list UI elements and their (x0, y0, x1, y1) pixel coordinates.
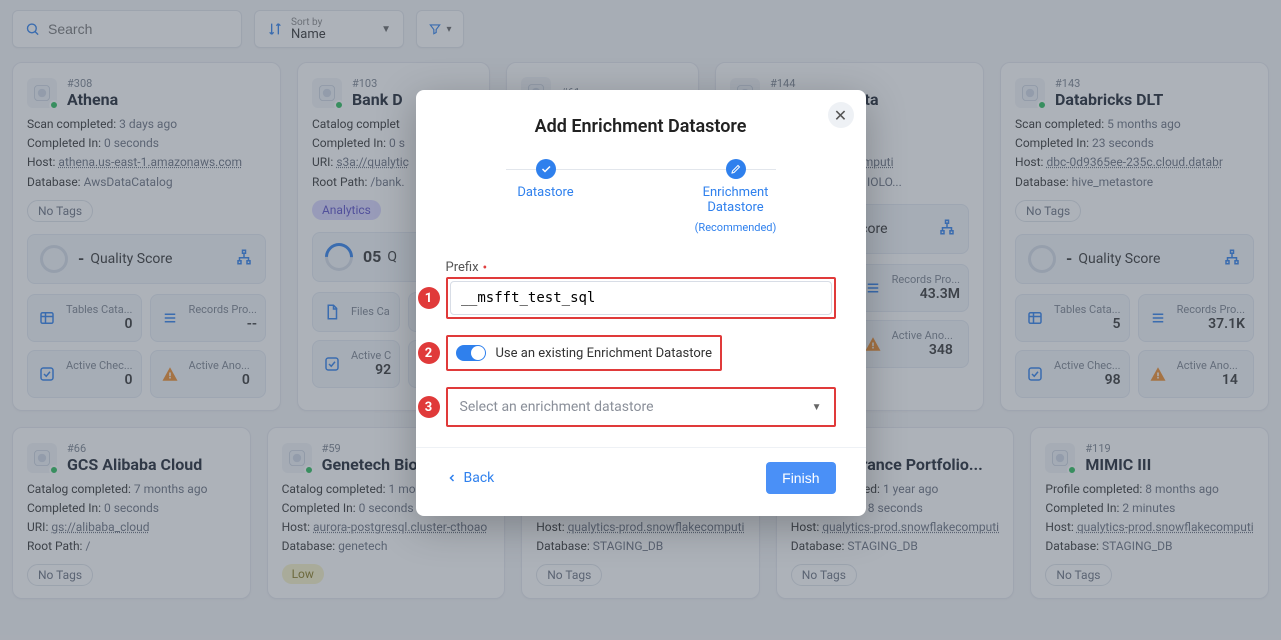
prefix-label: Prefix• (446, 260, 836, 275)
close-icon: ✕ (834, 106, 847, 125)
annotation-badge-3: 3 (418, 396, 440, 418)
existing-toggle[interactable] (456, 345, 486, 361)
prefix-input[interactable] (450, 281, 832, 315)
stepper: Datastore Enrichment Datastore (Recommen… (486, 159, 796, 234)
toggle-label: Use an existing Enrichment Datastore (496, 346, 712, 361)
step-label: Enrichment Datastore (676, 185, 796, 215)
chevron-left-icon (446, 472, 458, 484)
annotation-badge-1: 1 (418, 287, 440, 309)
close-button[interactable]: ✕ (828, 102, 854, 128)
step-label: Datastore (517, 185, 573, 200)
annotation-badge-2: 2 (418, 342, 440, 364)
chevron-down-icon: ▼ (812, 402, 822, 413)
step-enrichment[interactable]: Enrichment Datastore (Recommended) (676, 159, 796, 234)
back-label: Back (464, 470, 495, 486)
modal-overlay: ✕ Add Enrichment Datastore Datastore Enr… (0, 0, 1281, 640)
add-enrichment-modal: ✕ Add Enrichment Datastore Datastore Enr… (416, 90, 866, 516)
step-datastore[interactable]: Datastore (486, 159, 606, 200)
pencil-icon (730, 163, 742, 175)
enrichment-select[interactable]: Select an enrichment datastore ▼ (450, 391, 832, 423)
highlight-prefix: 1 (446, 277, 836, 319)
check-icon (540, 163, 552, 175)
modal-title: Add Enrichment Datastore (446, 116, 836, 137)
highlight-select: 3 Select an enrichment datastore ▼ (446, 387, 836, 427)
highlight-toggle: 2 Use an existing Enrichment Datastore (446, 335, 722, 371)
back-button[interactable]: Back (446, 470, 495, 486)
step-sublabel: (Recommended) (695, 221, 777, 234)
finish-button[interactable]: Finish (766, 462, 835, 494)
select-placeholder: Select an enrichment datastore (460, 399, 654, 415)
